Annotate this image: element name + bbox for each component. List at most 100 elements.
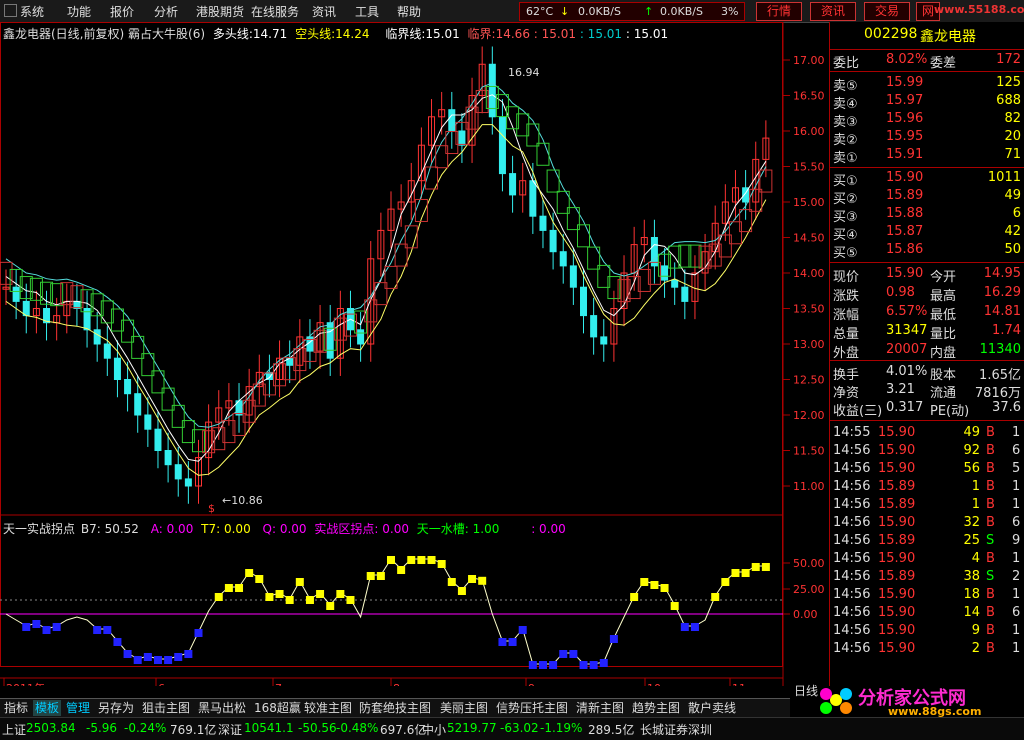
duotou-value: 14.71 [252, 27, 288, 41]
menu-quote[interactable]: 报价 [110, 3, 134, 20]
tab-template-7[interactable]: 信势压托主图 [494, 700, 570, 716]
x-tick-label: 9 [528, 682, 535, 686]
menu-online-service[interactable]: 在线服务 [251, 3, 299, 20]
oscillator-block [305, 596, 314, 604]
oscillator-block [336, 590, 345, 598]
news-button[interactable]: 资讯 [810, 2, 856, 21]
candle-body [174, 464, 182, 480]
oscillator-block [457, 587, 466, 595]
flower-logo-icon [820, 688, 852, 714]
candle-body [184, 478, 192, 487]
tick-row: 14:55 15.90 49 B 1 [833, 425, 1021, 440]
kongtou-line [5, 124, 767, 476]
tab-save-as[interactable]: 另存为 [96, 700, 136, 716]
y-tick-label: 11.00 [793, 480, 825, 493]
weibi-row: 委比 8.02% 委差 172 [833, 52, 1021, 71]
tick-row: 14:56 15.89 1 B 1 [833, 479, 1021, 494]
candle-body [580, 286, 587, 317]
menu-hk-futures[interactable]: 港股期货 [196, 3, 244, 20]
oscillator-block [143, 653, 152, 661]
stock-name: 鑫龙电器 [920, 29, 976, 45]
market-button[interactable]: 行情 [756, 2, 802, 21]
sub-ty: 天一水槽: 1.00 [416, 522, 500, 536]
buy-row: 买④ 15.87 42 [833, 224, 1021, 243]
tab-template-4[interactable]: 较准主图 [302, 700, 354, 716]
download-speed: 0.0KB/S [578, 5, 621, 18]
candle-body [509, 173, 517, 196]
tab-indicator[interactable]: 指标 [2, 700, 30, 716]
oscillator-block [711, 593, 720, 601]
candle-body [144, 414, 152, 430]
tab-template-9[interactable]: 趋势主图 [630, 700, 682, 716]
oscillator-block [559, 650, 568, 658]
sell-row: 卖③ 15.96 82 [833, 111, 1021, 130]
low-label: ←10.86 [222, 494, 263, 507]
duotou-label: 多头线: [212, 27, 253, 41]
oscillator-block [579, 661, 588, 669]
oscillator-block [670, 602, 679, 610]
menu-news[interactable]: 资讯 [312, 3, 336, 20]
x-tick-label: 7 [275, 682, 282, 686]
oscillator-block [447, 578, 456, 586]
tab-template-3[interactable]: 168超赢 [252, 700, 303, 716]
stat-row: 涨跌 0.98 最高 16.29 [833, 285, 1021, 304]
oscillator-block [721, 578, 730, 586]
trade-button[interactable]: 交易 [864, 2, 910, 21]
x-tick-label: 2011年 [6, 681, 45, 686]
oscillator-block [133, 656, 142, 664]
oscillator-block [22, 623, 31, 631]
oscillator-block [245, 569, 254, 577]
menu-help[interactable]: 帮助 [397, 3, 421, 20]
quote-header: 002298 鑫龙电器 [830, 26, 1024, 45]
app-icon [4, 4, 17, 17]
quote-panel: 002298 鑫龙电器 委比 8.02% 委差 172 卖⑤ 15.99 125 卖④… [829, 22, 1024, 686]
kongtou-value: 14.24 [335, 27, 370, 41]
tick-row: 14:56 15.90 18 B 1 [833, 587, 1021, 602]
oscillator-block [549, 661, 558, 669]
linjie-label: 临界线: [385, 27, 426, 41]
linjie2-label: 临界: [467, 27, 496, 41]
candle-body [671, 279, 679, 288]
menu-tools[interactable]: 工具 [355, 3, 379, 20]
down-arrow-icon: ↓ [560, 5, 570, 18]
oscillator-block [295, 578, 304, 586]
tab-template-10[interactable]: 散户卖线 [686, 700, 738, 716]
menu-system[interactable]: 系统 [4, 3, 44, 20]
sell-row: 卖④ 15.97 688 [833, 93, 1021, 112]
buy-row: 买① 15.90 1011 [833, 170, 1021, 189]
template-tab-bar: 指标 模板 管理 另存为 狙击主图 黑马出松 168超赢 较准主图 防套绝技主图… [0, 698, 790, 717]
oscillator-block [569, 650, 578, 658]
tab-template[interactable]: 模板 [33, 700, 62, 716]
oscillator-block [316, 590, 325, 598]
tab-template-8[interactable]: 清新主图 [574, 700, 626, 716]
tab-template-6[interactable]: 美丽主图 [438, 700, 490, 716]
menu-analysis[interactable]: 分析 [154, 3, 178, 20]
sh-index-value[interactable]: 2503.84 [26, 721, 76, 735]
duotou-line [5, 94, 767, 462]
menu-function[interactable]: 功能 [67, 3, 91, 20]
oscillator-block [650, 581, 659, 589]
tab-template-5[interactable]: 防套绝技主图 [357, 700, 433, 716]
y-tick-label: 13.50 [793, 303, 825, 316]
y-tick-label: 14.50 [793, 232, 825, 245]
value-3: : 15.01 [625, 27, 669, 41]
sub-b7: B7: 50.52 [80, 522, 139, 536]
tab-template-1[interactable]: 狙击主图 [140, 700, 192, 716]
sub-q: Q: 0.00 [262, 522, 307, 536]
candle-body [113, 357, 121, 381]
stock-title: 鑫龙电器(日线,前复权) [3, 27, 125, 41]
y-tick-label: 15.50 [793, 161, 825, 174]
candle-body [661, 265, 669, 281]
sz-index-value[interactable]: 10541.1 [244, 721, 294, 735]
candle-body [12, 286, 20, 302]
tick-row: 14:56 15.90 32 B 6 [833, 515, 1021, 530]
oscillator-block [731, 569, 740, 577]
stock-code: 002298 [864, 26, 918, 42]
kline-chart[interactable]: 17.00 16.50 16.00 15.50 15.00 14.50 14.00 13.50… [0, 22, 828, 686]
zx-index-value[interactable]: 5219.77 [447, 721, 497, 735]
kline-chart-area[interactable]: 17.00 16.50 16.00 15.50 15.00 14.50 14.00 13.50… [0, 22, 828, 698]
tab-manage[interactable]: 管理 [64, 700, 92, 716]
oscillator-block [194, 629, 203, 637]
tab-template-2[interactable]: 黑马出松 [196, 700, 248, 716]
oscillator-block [164, 656, 173, 664]
